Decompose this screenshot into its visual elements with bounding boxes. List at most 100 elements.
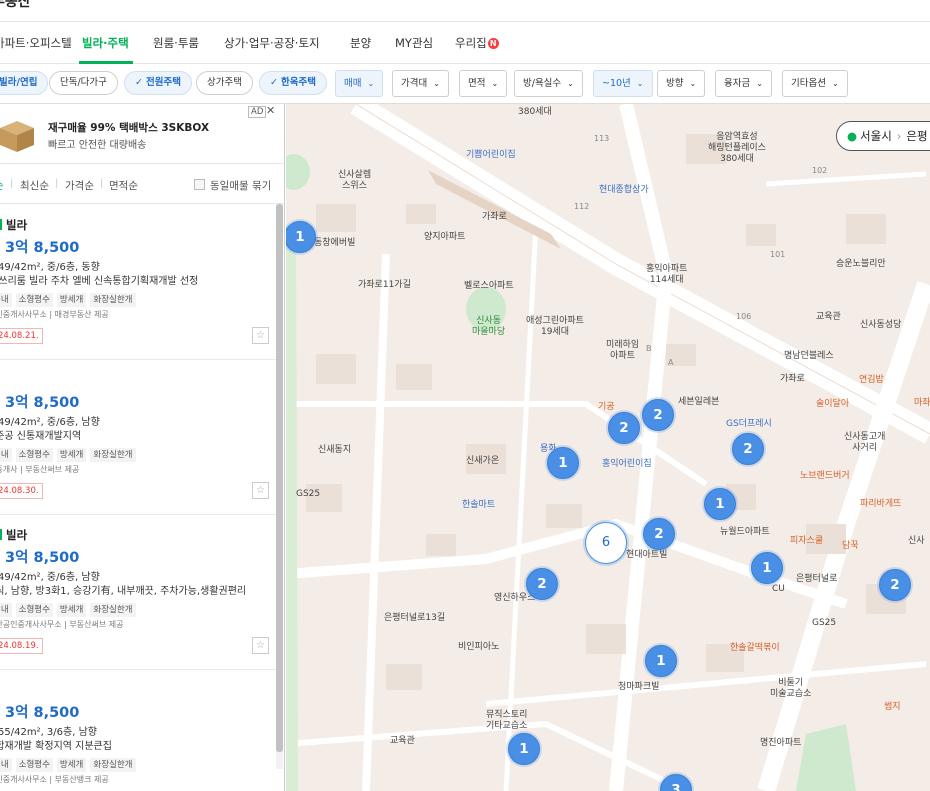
ad-banner[interactable]: 재구매율 99% 택배박스 3SKBOX 빠르고 안전한 대량배송 AD ✕	[0, 104, 284, 164]
list-item[interactable]: 빌라 3억 8,500 49/42m², 중/6층, 남향 년식, 남향, 방3…	[0, 515, 276, 670]
listing-agency: 공인중개사사무소 | 매경부동산 제공	[0, 310, 109, 319]
listing-spec: 49/42m², 중/6층, 남향	[0, 417, 100, 428]
map-cluster[interactable]: 2	[879, 569, 911, 601]
dropdown-direction[interactable]: 방향 ⌄	[657, 70, 706, 97]
building-number: 106	[736, 312, 752, 321]
favorite-star-icon[interactable]: ☆	[252, 637, 269, 654]
poi-label: 연김밥	[859, 375, 884, 385]
poi-label: 애성그린아파트 19세대	[526, 316, 584, 337]
map-cluster[interactable]: 2	[608, 412, 640, 444]
poi-label: 신새가온	[466, 456, 500, 466]
chevron-down-icon: ⌄	[433, 79, 440, 88]
sort-latest[interactable]: 최신순	[20, 178, 49, 193]
tag: 이내	[0, 293, 12, 307]
ad-label: AD	[248, 106, 267, 118]
poi-label: 뉴월드아파트	[720, 527, 770, 537]
tab-apartment-officetel[interactable]: 아파트·오피스텔	[0, 35, 72, 51]
poi-label: 신사	[908, 536, 925, 546]
group-same-listing-checkbox[interactable]	[194, 179, 205, 190]
dropdown-price[interactable]: 가격대 ⌄	[392, 70, 449, 97]
poi-label: 신새동지	[318, 445, 352, 455]
chip-shop-house[interactable]: 상가주택	[196, 71, 253, 95]
map-cluster[interactable]: 2	[526, 568, 558, 600]
chevron-down-icon: ⌄	[756, 79, 763, 88]
ad-title: 재구매율 99% 택배박스 3SKBOX	[48, 122, 210, 134]
poi-label: 명진아파트	[760, 738, 802, 748]
map-cluster[interactable]: 1	[508, 733, 540, 765]
scrollbar-thumb[interactable]	[276, 204, 283, 752]
poi-label: 미래하임 아파트	[606, 340, 640, 361]
dropdown-rooms-label: 방/욕실수	[523, 78, 562, 89]
sort-area[interactable]: 면적순	[109, 178, 138, 193]
list-item[interactable]: 3억 8,500 55/42m², 3/6층, 남향 통합재개발 확정지역 지분…	[0, 670, 276, 791]
sort-recommended[interactable]: 순	[0, 178, 4, 193]
tab-commercial-land[interactable]: 상가·업무·공장·토지	[224, 35, 320, 51]
listing-price: 3억 8,500	[5, 705, 80, 721]
poi-label: 신사동380세대	[518, 104, 552, 117]
building-number: A	[668, 358, 674, 367]
list-item[interactable]: 3억 8,500 49/42m², 중/6층, 남향 년준공 신통재개발지역 이…	[0, 360, 276, 515]
listing-agency: 인중개사 | 부동산써브 제공	[0, 465, 80, 474]
favorite-star-icon[interactable]: ☆	[252, 482, 269, 499]
region-selector[interactable]: ● 서울시 › 은평	[836, 121, 930, 151]
favorite-star-icon[interactable]: ☆	[252, 327, 269, 344]
building-number: 112	[574, 202, 590, 211]
tab-my-interest[interactable]: MY관심	[395, 35, 433, 51]
map-cluster[interactable]: 1	[704, 488, 736, 520]
building-number: 102	[812, 166, 828, 175]
sort-price[interactable]: 가격순	[65, 178, 94, 193]
chip-detached[interactable]: 단독/다가구	[49, 71, 118, 95]
dropdown-other-options[interactable]: 기타옵션 ⌄	[782, 70, 848, 97]
chip-shop-house-label: 상가주택	[207, 77, 242, 88]
dropdown-price-label: 가격대	[401, 78, 428, 89]
chip-country-house-label: 전원주택	[145, 77, 181, 88]
listing-tags: 이내소형평수방세개화장실한개	[0, 292, 140, 307]
map-cluster[interactable]: 1	[547, 447, 579, 479]
chip-country-house[interactable]: ✓ 전원주택	[124, 71, 192, 95]
chip-villa[interactable]: 빌라/연립	[0, 71, 49, 95]
poi-label: GS더프레시	[726, 419, 772, 429]
tab-oneroom-tworoom[interactable]: 원룸·투룸	[153, 35, 199, 51]
chevron-down-icon: ⌄	[567, 79, 574, 88]
tab-presale[interactable]: 분양	[350, 35, 371, 51]
tag: 방세개	[56, 293, 87, 307]
poi-label: 동창에버빌	[314, 238, 356, 248]
tab-villa-house[interactable]: 빌라·주택	[82, 35, 129, 51]
tab-our-home[interactable]: 우리집 N	[455, 35, 499, 51]
chevron-down-icon: ⌄	[831, 79, 839, 88]
map-cluster[interactable]: 1	[751, 552, 783, 584]
map-cluster[interactable]: 2	[643, 518, 675, 550]
dropdown-rooms[interactable]: 방/욕실수 ⌄	[514, 70, 583, 97]
list-item[interactable]: 빌라 3억 8,500 49/42m², 중/6층, 동향 식 쓰리룸 빌라 주…	[0, 205, 276, 360]
road-label: 가좌로11가길	[358, 280, 411, 290]
dropdown-area[interactable]: 면적 ⌄	[459, 70, 508, 97]
dropdown-trade-type[interactable]: 매매 ⌄	[335, 70, 384, 97]
sort-separator: |	[10, 178, 14, 189]
dropdown-loan-label: 융자금	[724, 78, 751, 89]
dropdown-built-year[interactable]: ~10년 ⌄	[593, 70, 653, 97]
poi-label: 담꾹	[842, 541, 859, 551]
map-background	[286, 104, 930, 791]
map-cluster[interactable]: 1	[645, 645, 677, 677]
map-cluster[interactable]: 2	[732, 433, 764, 465]
poi-label: 한솔마트	[462, 500, 496, 510]
chip-villa-label: 빌라/연립	[0, 77, 38, 88]
road-label: 가좌로	[482, 212, 507, 222]
listing-scrollbar[interactable]	[276, 204, 283, 769]
listing-description: 식 쓰리룸 빌라 주차 엘베 신속통합기획재개발 선정	[0, 276, 199, 287]
chip-hanok[interactable]: ✓ 한옥주택	[259, 71, 327, 95]
close-icon[interactable]: ✕	[266, 104, 275, 117]
map-cluster[interactable]: 2	[642, 399, 674, 431]
tag: 방세개	[56, 448, 87, 462]
road-label: 가좌로	[780, 374, 805, 384]
ad-subtitle: 빠르고 안전한 대량배송	[48, 140, 147, 151]
poi-label: 신사동성당	[860, 320, 902, 330]
listing-spec: 49/42m², 중/6층, 남향	[0, 572, 100, 583]
map-cluster[interactable]: 6	[585, 522, 627, 564]
map-view[interactable]: ●서울시 › 은평 신사동380세대 응암역효성해링턴플레이스380세대 신사살렘스…	[286, 104, 930, 791]
dropdown-loan[interactable]: 융자금 ⌄	[715, 70, 772, 97]
poi-label: 비인피아노	[458, 642, 500, 652]
poi-label: GS25	[812, 618, 837, 628]
check-icon: ✓	[270, 77, 278, 88]
poi-label: 교육관	[816, 312, 841, 322]
